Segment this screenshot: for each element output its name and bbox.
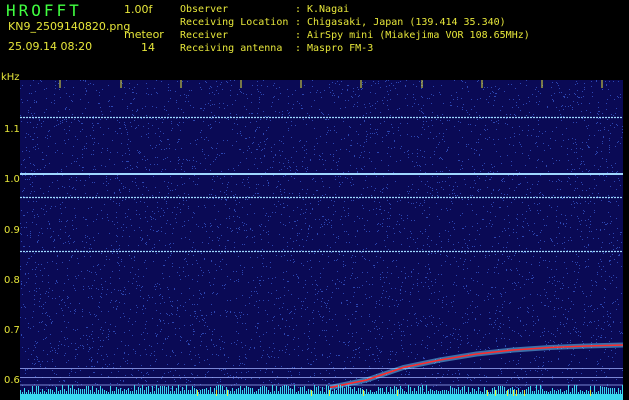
spectrogram-background [20,80,623,400]
y-tick-0-9: 0.9 [4,225,20,236]
version-label: 1.00f [124,3,153,16]
spectrogram-plot [20,80,623,400]
y-tick-1-1: 1.1 [4,124,20,135]
y-tick-0-6: 0.6 [4,375,20,386]
mode-label: meteor [124,28,164,41]
info-row-location: Receiving Location: Chigasaki, Japan (13… [180,17,506,28]
filename-label: KN9_2509140820.png [8,20,131,33]
info-row-observer: Observer: K.Nagai [180,4,350,15]
info-row-antenna: Receiving antenna: Maspro FM-3 [180,43,374,54]
datetime-label: 25.09.14 08:20 [8,40,93,53]
y-axis-unit: kHz [1,72,20,83]
app-title: HROFFT [6,1,82,20]
info-row-receiver: Receiver: AirSpy mini (Miakejima VOR 108… [180,30,530,41]
header: HROFFT 1.00f KN9_2509140820.png meteor 2… [0,0,629,72]
y-tick-0-7: 0.7 [4,325,20,336]
station-info: Observer: K.Nagai Receiving Location: Ch… [180,3,530,55]
y-tick-1-0: 1.0 [4,174,20,185]
y-tick-0-8: 0.8 [4,275,20,286]
count-label: 14 [141,41,155,54]
bottom-noise-strip [20,394,623,400]
